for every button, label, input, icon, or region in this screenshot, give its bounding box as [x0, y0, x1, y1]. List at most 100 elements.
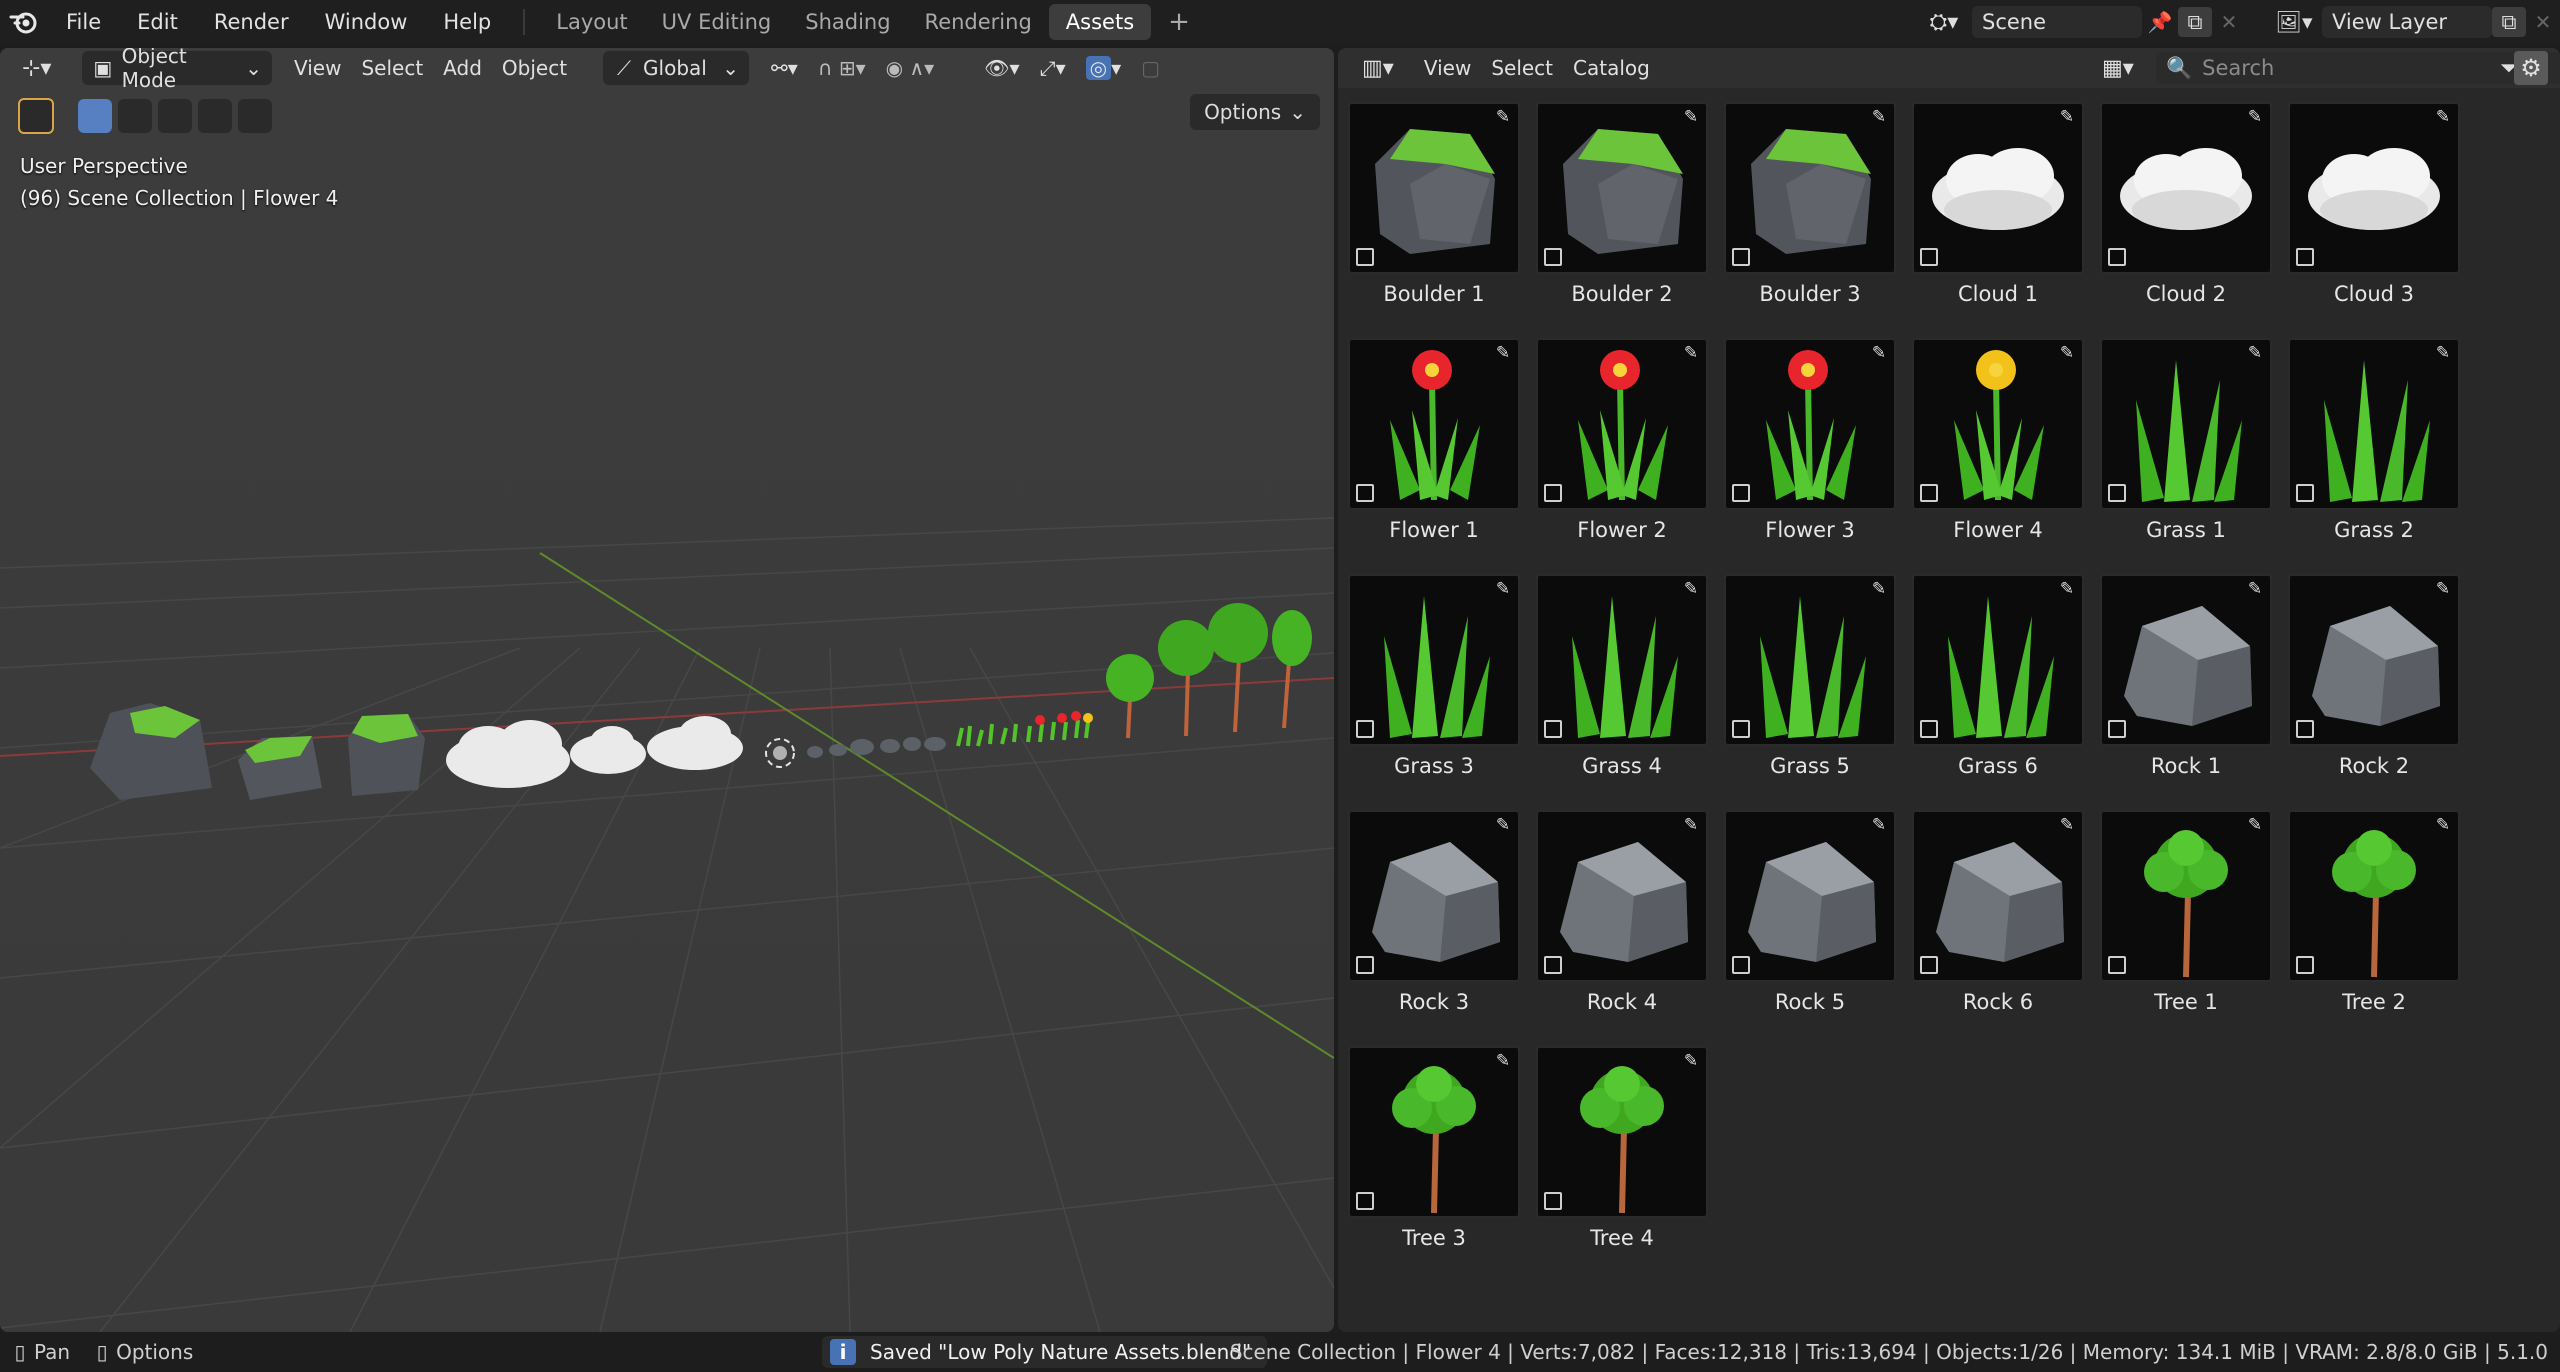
edit-pencil-icon[interactable]: ✎	[2244, 106, 2266, 128]
xray-icon[interactable]: ▢	[1131, 51, 1170, 85]
pin-icon[interactable]: 📌	[2142, 10, 2178, 34]
edit-pencil-icon[interactable]: ✎	[1680, 578, 1702, 600]
asset-select-checkbox[interactable]	[2296, 484, 2314, 502]
asset-select-checkbox[interactable]	[1920, 484, 1938, 502]
asset-thumbnail[interactable]: ✎	[1348, 102, 1520, 274]
edit-pencil-icon[interactable]: ✎	[2244, 578, 2266, 600]
menu-edit[interactable]: Edit	[119, 10, 196, 34]
asset-select-checkbox[interactable]	[1356, 1192, 1374, 1210]
asset-item[interactable]: ✎ Cloud 2	[2100, 102, 2272, 332]
edit-pencil-icon[interactable]: ✎	[1680, 342, 1702, 364]
tab-assets[interactable]: Assets	[1048, 4, 1152, 40]
asset-thumbnail[interactable]: ✎	[2288, 338, 2460, 510]
tab-uv-editing[interactable]: UV Editing	[645, 4, 789, 40]
menu-select[interactable]: Select	[351, 51, 433, 85]
asset-thumbnail[interactable]: ✎	[2100, 574, 2272, 746]
asset-item[interactable]: ✎ Flower 1	[1348, 338, 1520, 568]
options-dropdown[interactable]: Options ⌄	[1190, 94, 1320, 130]
tab-rendering[interactable]: Rendering	[908, 4, 1049, 40]
asset-item[interactable]: ✎ Cloud 1	[1912, 102, 2084, 332]
menu-help[interactable]: Help	[425, 10, 509, 34]
edit-pencil-icon[interactable]: ✎	[1680, 1050, 1702, 1072]
edit-pencil-icon[interactable]: ✎	[2056, 814, 2078, 836]
asset-item[interactable]: ✎ Tree 2	[2288, 810, 2460, 1040]
asset-item[interactable]: ✎ Grass 4	[1536, 574, 1708, 804]
edit-pencil-icon[interactable]: ✎	[1492, 578, 1514, 600]
asset-item[interactable]: ✎ Flower 2	[1536, 338, 1708, 568]
asset-thumbnail[interactable]: ✎	[2100, 338, 2272, 510]
asset-select-checkbox[interactable]	[2296, 248, 2314, 266]
asset-item[interactable]: ✎ Tree 1	[2100, 810, 2272, 1040]
asset-item[interactable]: ✎ Grass 3	[1348, 574, 1520, 804]
asset-thumbnail[interactable]: ✎	[1536, 574, 1708, 746]
asset-thumbnail[interactable]: ✎	[1912, 810, 2084, 982]
asset-thumbnail[interactable]: ✎	[2288, 810, 2460, 982]
asset-thumbnail[interactable]: ✎	[1912, 102, 2084, 274]
asset-item[interactable]: ✎ Grass 2	[2288, 338, 2460, 568]
asset-select-checkbox[interactable]	[2296, 720, 2314, 738]
asset-thumbnail[interactable]: ✎	[1912, 574, 2084, 746]
edit-pencil-icon[interactable]: ✎	[2056, 578, 2078, 600]
scene-selector[interactable]: Scene	[1972, 6, 2142, 38]
asset-item[interactable]: ✎ Boulder 2	[1536, 102, 1708, 332]
tab-shading[interactable]: Shading	[788, 4, 907, 40]
asset-thumbnail[interactable]: ✎	[1348, 574, 1520, 746]
asset-item[interactable]: ✎ Rock 6	[1912, 810, 2084, 1040]
edit-pencil-icon[interactable]: ✎	[2244, 342, 2266, 364]
settings-gear-icon[interactable]: ⚙	[2514, 51, 2548, 85]
asset-item[interactable]: ✎ Grass 5	[1724, 574, 1896, 804]
asset-thumbnail[interactable]: ✎	[1912, 338, 2084, 510]
select-mode-extend[interactable]	[118, 99, 152, 133]
asset-select-checkbox[interactable]	[2108, 956, 2126, 974]
edit-pencil-icon[interactable]: ✎	[2432, 106, 2454, 128]
editor-type-button[interactable]: ⊹▾	[12, 51, 78, 85]
edit-pencil-icon[interactable]: ✎	[1868, 342, 1890, 364]
tab-layout[interactable]: Layout	[539, 4, 644, 40]
select-mode-invert[interactable]	[198, 99, 232, 133]
menu-render[interactable]: Render	[196, 10, 307, 34]
asset-select-checkbox[interactable]	[1732, 484, 1750, 502]
menu-object[interactable]: Object	[492, 51, 577, 85]
asset-select-checkbox[interactable]	[1732, 956, 1750, 974]
display-mode-icon[interactable]: ▦▾	[2092, 51, 2144, 85]
asset-thumbnail[interactable]: ✎	[1724, 574, 1896, 746]
asset-thumbnail[interactable]: ✎	[2100, 810, 2272, 982]
overlays-icon[interactable]: ◎ ▾	[1076, 51, 1132, 85]
editor-type-button[interactable]: ▥▾	[1352, 51, 1404, 85]
view-layer-icon[interactable]: 🖼▾	[2266, 10, 2322, 35]
asset-item[interactable]: ✎ Flower 3	[1724, 338, 1896, 568]
asset-select-checkbox[interactable]	[2296, 956, 2314, 974]
mode-dropdown[interactable]: ▣ Object Mode ⌄	[82, 48, 272, 92]
asset-item[interactable]: ✎ Grass 6	[1912, 574, 2084, 804]
save-report[interactable]: i Saved "Low Poly Nature Assets.blend"	[822, 1336, 1268, 1368]
gizmo-icon[interactable]: ⤢▾	[1030, 51, 1076, 85]
edit-pencil-icon[interactable]: ✎	[1868, 578, 1890, 600]
edit-pencil-icon[interactable]: ✎	[1492, 106, 1514, 128]
asset-thumbnail[interactable]: ✎	[1536, 1046, 1708, 1218]
asset-thumbnail[interactable]: ✎	[1348, 1046, 1520, 1218]
asset-item[interactable]: ✎ Rock 3	[1348, 810, 1520, 1040]
select-mode-subtract[interactable]	[158, 99, 192, 133]
menu-catalog[interactable]: Catalog	[1563, 51, 1660, 85]
asset-thumbnail[interactable]: ✎	[2288, 574, 2460, 746]
menu-select[interactable]: Select	[1481, 51, 1563, 85]
asset-select-checkbox[interactable]	[1356, 720, 1374, 738]
blender-logo-icon[interactable]	[0, 0, 48, 44]
edit-pencil-icon[interactable]: ✎	[1492, 342, 1514, 364]
edit-pencil-icon[interactable]: ✎	[1492, 814, 1514, 836]
edit-pencil-icon[interactable]: ✎	[2056, 342, 2078, 364]
edit-pencil-icon[interactable]: ✎	[1680, 106, 1702, 128]
asset-thumbnail[interactable]: ✎	[1348, 810, 1520, 982]
menu-view[interactable]: View	[284, 51, 351, 85]
new-view-layer-icon[interactable]: ⧉	[2492, 7, 2526, 37]
edit-pencil-icon[interactable]: ✎	[2244, 814, 2266, 836]
asset-item[interactable]: ✎ Flower 4	[1912, 338, 2084, 568]
asset-select-checkbox[interactable]	[1356, 248, 1374, 266]
3d-viewport[interactable]: ⊹▾ ▣ Object Mode ⌄ View Select Add Objec…	[0, 48, 1334, 1332]
transform-orientation-dropdown[interactable]: ⟋ Global ⌄	[603, 51, 750, 85]
asset-thumbnail[interactable]: ✎	[2288, 102, 2460, 274]
edit-pencil-icon[interactable]: ✎	[1680, 814, 1702, 836]
delete-scene-icon[interactable]: ✕	[2212, 10, 2246, 34]
asset-select-checkbox[interactable]	[1920, 720, 1938, 738]
asset-select-checkbox[interactable]	[1356, 956, 1374, 974]
